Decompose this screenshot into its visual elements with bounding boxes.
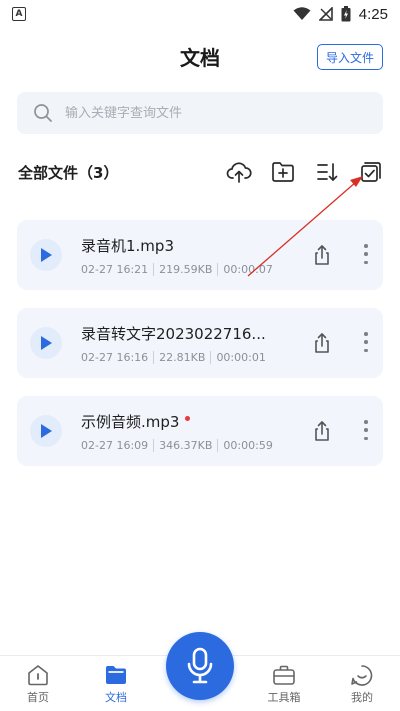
cloud-upload-button[interactable]: [226, 159, 252, 185]
multi-select-button[interactable]: [358, 159, 384, 185]
folder-icon: [106, 666, 126, 684]
record-button[interactable]: [166, 632, 234, 700]
file-date: 02-27 16:21: [81, 263, 149, 276]
cloud-upload-icon: [226, 162, 252, 183]
clock: 4:25: [358, 5, 388, 23]
play-icon: [41, 248, 52, 262]
no-signal-icon: [318, 7, 333, 21]
list-item[interactable]: 示例音频.mp3 02-27 16:09 346.37KB 00:00:59: [17, 396, 383, 466]
nav-label: 我的: [351, 691, 373, 704]
status-icons: 4:25: [293, 6, 388, 23]
more-options-icon[interactable]: [357, 418, 375, 442]
battery-icon: [341, 6, 351, 22]
search-bar[interactable]: [17, 92, 383, 134]
play-button[interactable]: [30, 327, 62, 359]
nav-item-home[interactable]: 首页: [8, 664, 68, 705]
new-folder-button[interactable]: [270, 159, 296, 185]
play-icon: [41, 424, 52, 438]
sort-icon: [317, 163, 338, 181]
nav-item-profile[interactable]: 我的: [332, 664, 392, 705]
search-input[interactable]: [65, 105, 345, 121]
search-icon: [34, 104, 52, 122]
file-name: 录音转文字2023022716...: [81, 325, 266, 343]
file-meta: 02-27 16:21 219.59KB 00:00:07: [81, 263, 278, 276]
file-size: 346.37KB: [153, 439, 217, 452]
play-button[interactable]: [30, 239, 62, 271]
more-options-icon[interactable]: [357, 330, 375, 354]
share-icon[interactable]: [311, 243, 333, 267]
section-title: 全部文件（3）: [18, 163, 119, 182]
multi-select-icon: [361, 162, 381, 182]
profile-icon: [351, 665, 373, 686]
share-icon[interactable]: [311, 331, 333, 355]
list-item[interactable]: 录音机1.mp3 02-27 16:21 219.59KB 00:00:07: [17, 220, 383, 290]
import-file-button[interactable]: 导入文件: [316, 44, 383, 70]
file-name: 示例音频.mp3: [81, 411, 191, 432]
file-list-header: 全部文件（3）: [18, 158, 384, 186]
nav-label: 工具箱: [267, 691, 301, 704]
status-bar: A 4:25: [0, 0, 400, 28]
file-meta: 02-27 16:09 346.37KB 00:00:59: [81, 439, 278, 452]
file-size: 219.59KB: [153, 263, 217, 276]
file-duration: 00:00:59: [217, 439, 277, 452]
toolbar: [226, 159, 384, 185]
new-badge: [185, 416, 191, 421]
nav-label: 文档: [105, 691, 127, 704]
new-folder-icon: [272, 162, 294, 182]
share-icon[interactable]: [311, 419, 333, 443]
nav-item-toolbox[interactable]: 工具箱: [254, 664, 314, 705]
play-icon: [41, 336, 52, 350]
nav-label: 首页: [27, 691, 49, 704]
file-meta: 02-27 16:16 22.81KB 00:00:01: [81, 351, 271, 364]
play-button[interactable]: [30, 415, 62, 447]
file-date: 02-27 16:16: [81, 351, 149, 364]
app-indicator-icon: A: [12, 7, 26, 21]
wifi-icon: [293, 7, 311, 20]
header: 文档 导入文件: [0, 36, 400, 80]
file-duration: 00:00:01: [210, 351, 270, 364]
file-name: 录音机1.mp3: [81, 237, 174, 255]
file-duration: 00:00:07: [217, 263, 277, 276]
sort-button[interactable]: [314, 159, 340, 185]
nav-item-documents[interactable]: 文档: [86, 664, 146, 705]
list-item[interactable]: 录音转文字2023022716... 02-27 16:16 22.81KB 0…: [17, 308, 383, 378]
file-date: 02-27 16:09: [81, 439, 149, 452]
microphone-icon: [187, 647, 213, 684]
home-icon: [28, 665, 48, 686]
toolbox-icon: [273, 665, 295, 685]
more-options-icon[interactable]: [357, 242, 375, 266]
file-size: 22.81KB: [153, 351, 210, 364]
